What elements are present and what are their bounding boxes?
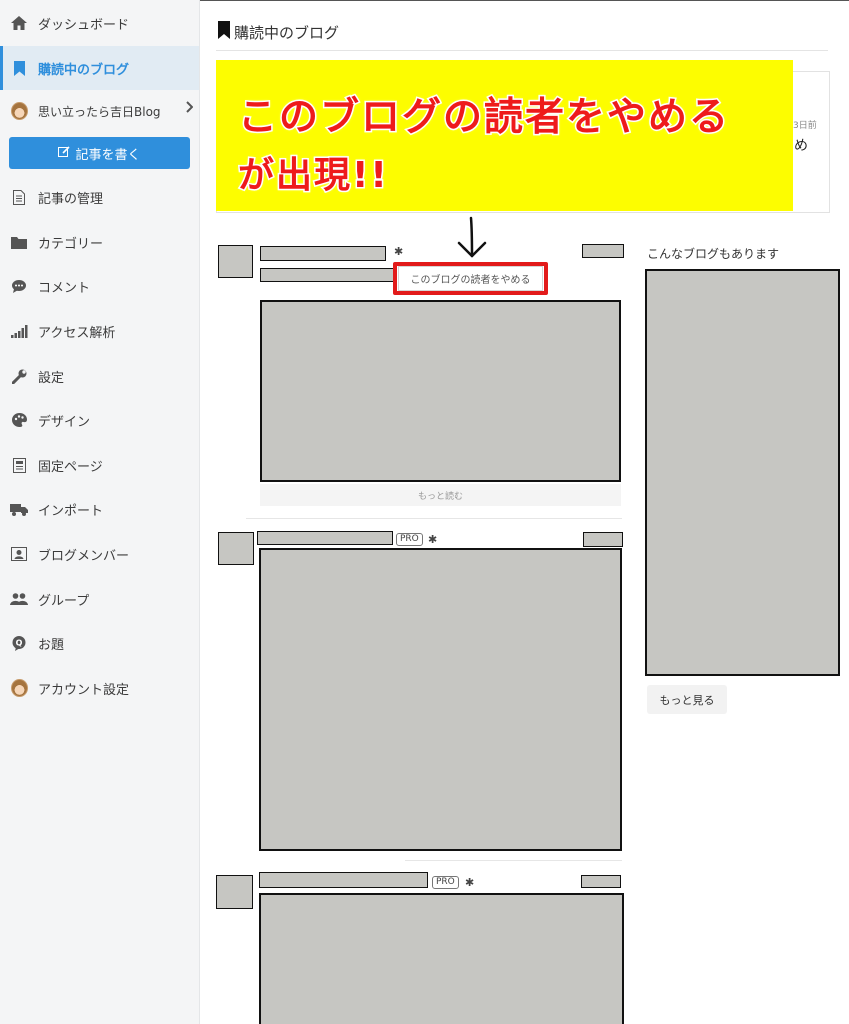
gear-icon[interactable]: ✱ xyxy=(394,245,403,258)
sidebar-item-subscribed-blogs[interactable]: 購読中のブログ xyxy=(0,46,199,90)
sidebar-item-odai[interactable]: Q お題 xyxy=(0,621,199,665)
down-arrow-icon xyxy=(455,216,489,264)
blog-name-placeholder[interactable] xyxy=(257,531,393,545)
sidebar-item-label: 固定ページ xyxy=(38,459,103,475)
sidebar-item-fixed-page[interactable]: 固定ページ xyxy=(0,443,199,487)
sidebar-item-label: インポート xyxy=(38,503,104,519)
sidebar-item-dashboard[interactable]: ダッシュボード xyxy=(0,1,199,45)
sidebar-item-label: 購読中のブログ xyxy=(38,62,130,78)
sidebar-item-import[interactable]: インポート xyxy=(0,487,199,531)
sidebar-item-label: デザイン xyxy=(38,414,91,430)
notice-text: め xyxy=(794,138,808,154)
page-title-text: 購読中のブログ xyxy=(234,23,340,42)
recommended-blogs-placeholder[interactable] xyxy=(645,269,840,676)
unsubscribe-menu-item[interactable]: このブログの読者をやめる xyxy=(398,266,543,291)
sidebar-item-label: ブログメンバー xyxy=(38,548,130,564)
entry-image-placeholder[interactable] xyxy=(259,548,622,851)
sidebar-item-label: コメント xyxy=(38,280,91,296)
read-more-button[interactable]: もっと読む xyxy=(260,484,621,506)
sidebar-item-design[interactable]: デザイン xyxy=(0,398,199,442)
svg-text:Q: Q xyxy=(15,638,22,647)
page-icon xyxy=(10,456,28,474)
blog-avatar-placeholder[interactable] xyxy=(218,245,253,278)
sidebar-item-label: アクセス解析 xyxy=(38,325,116,341)
comment-icon xyxy=(10,277,28,295)
gear-icon[interactable]: ✱ xyxy=(465,876,474,889)
chevron-right-icon xyxy=(186,101,194,117)
sidebar: ダッシュボード 購読中のブログ 思い立ったら吉日Blog 記事を書く 記事の管理… xyxy=(0,0,200,1024)
date-placeholder xyxy=(581,875,621,888)
sidebar-item-articles[interactable]: 記事の管理 xyxy=(0,175,199,219)
write-article-label: 記事を書く xyxy=(75,147,141,163)
write-article-button[interactable]: 記事を書く xyxy=(9,137,190,169)
blog-meta-placeholder xyxy=(260,268,396,282)
signal-bars-icon xyxy=(10,322,28,340)
sidebar-item-label: グループ xyxy=(38,593,90,609)
blog-avatar-placeholder[interactable] xyxy=(218,532,254,565)
sidebar-item-blog-members[interactable]: ブログメンバー xyxy=(0,532,199,576)
annotation-line-2: が出現!! xyxy=(237,154,389,198)
sidebar-item-my-blog[interactable]: 思い立ったら吉日Blog xyxy=(0,89,199,133)
folder-icon xyxy=(10,233,28,251)
sidebar-item-analytics[interactable]: アクセス解析 xyxy=(0,309,199,353)
sidebar-item-label: 設定 xyxy=(38,370,65,386)
blog-avatar-placeholder[interactable] xyxy=(216,875,253,909)
wrench-icon xyxy=(10,367,28,385)
title-divider xyxy=(216,50,828,51)
sidebar-item-account-settings[interactable]: アカウント設定 xyxy=(0,666,199,710)
sidebar-item-category[interactable]: カテゴリー xyxy=(0,220,199,264)
sidebar-item-comment[interactable]: コメント xyxy=(0,264,199,308)
edit-icon xyxy=(58,145,71,161)
see-more-button[interactable]: もっと見る xyxy=(647,685,727,714)
palette-icon xyxy=(10,411,28,429)
truck-icon xyxy=(10,500,28,518)
entry-divider xyxy=(405,860,622,861)
group-icon xyxy=(10,590,28,608)
pro-badge: PRO xyxy=(396,533,423,546)
pro-badge: PRO xyxy=(432,876,459,889)
sidebar-item-label: カテゴリー xyxy=(38,236,104,252)
sidebar-item-label: お題 xyxy=(38,637,65,653)
document-icon xyxy=(10,188,28,206)
sidebar-item-label: 思い立ったら吉日Blog xyxy=(38,104,161,119)
date-placeholder xyxy=(582,244,624,258)
blog-name-placeholder[interactable] xyxy=(259,872,428,888)
sidebar-item-label: 記事の管理 xyxy=(38,191,104,207)
gear-icon[interactable]: ✱ xyxy=(428,533,437,546)
blog-name-placeholder[interactable] xyxy=(260,246,386,261)
sidebar-item-group[interactable]: グループ xyxy=(0,577,199,621)
page-title: 購読中のブログ xyxy=(218,20,339,44)
avatar-icon xyxy=(10,679,28,697)
entry-image-placeholder[interactable] xyxy=(259,893,624,1024)
entry-image-placeholder[interactable] xyxy=(260,300,621,482)
recommended-heading: こんなブログもあります xyxy=(647,247,780,261)
sidebar-item-label: アカウント設定 xyxy=(38,682,130,698)
bookmark-icon xyxy=(10,59,28,77)
entry-divider xyxy=(246,518,622,519)
annotation-line-1: このブログの読者をやめる xyxy=(236,94,731,142)
sidebar-item-settings[interactable]: 設定 xyxy=(0,354,199,398)
q-bubble-icon: Q xyxy=(10,634,28,652)
home-icon xyxy=(10,14,28,32)
member-card-icon xyxy=(10,545,28,563)
bookmark-icon xyxy=(218,21,230,43)
notice-date: 3日前 xyxy=(793,121,817,131)
avatar-icon xyxy=(10,102,28,120)
sidebar-item-label: ダッシュボード xyxy=(38,17,130,33)
date-placeholder xyxy=(583,532,623,547)
